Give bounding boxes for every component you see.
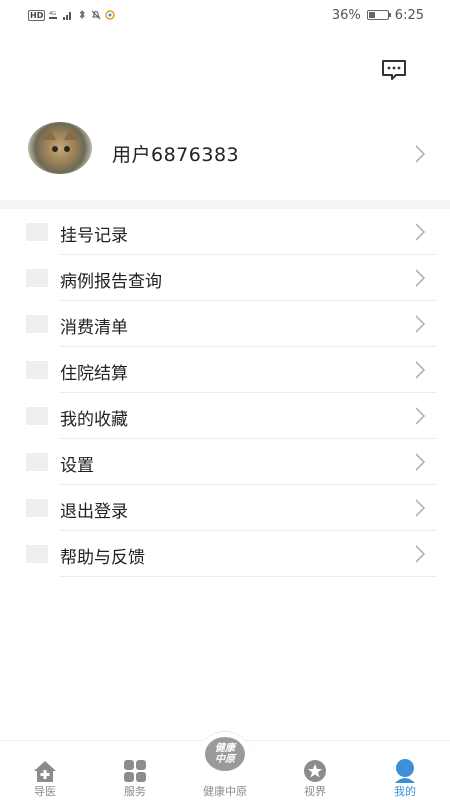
username: 用户6876383: [112, 144, 240, 166]
expense-list-icon: [26, 315, 48, 333]
battery-icon: [366, 10, 391, 20]
bottom-tab-bar: 导医 服务 健康中原 健康 中原 视界 我的: [0, 731, 450, 800]
menu-item-label: 帮助与反馈: [60, 548, 145, 568]
chevron-right-icon: [415, 361, 426, 379]
status-left-icons: HD 4G: [28, 9, 116, 21]
logo-line-2: 中原: [215, 754, 235, 765]
menu-item-settings[interactable]: 设置: [0, 439, 450, 485]
tab-vision[interactable]: 视界: [270, 741, 360, 800]
signal-4g-icon: 4G: [49, 11, 58, 19]
status-right-icons: 36% 6:25: [332, 8, 424, 23]
registration-records-icon: [26, 223, 48, 241]
avatar-ear-left: [42, 128, 56, 140]
signal-bars-icon: [63, 12, 72, 20]
logout-icon: [26, 499, 48, 517]
home-plus-icon: [34, 761, 56, 782]
menu-list: 挂号记录 病例报告查询 消费清单 住院结算 我的收藏 设置 退出登录 帮助与反馈: [0, 209, 450, 577]
chevron-right-icon: [415, 315, 426, 333]
tab-label: 服务: [124, 785, 146, 798]
health-logo-icon[interactable]: 健康 中原: [205, 737, 245, 771]
bluetooth-icon: [79, 10, 86, 20]
logo-line-1: 健康: [215, 743, 235, 754]
tab-services[interactable]: 服务: [90, 741, 180, 800]
menu-item-registration-records[interactable]: 挂号记录: [0, 209, 450, 255]
avatar-eye-left: [52, 146, 58, 152]
tab-label: 导医: [34, 785, 56, 798]
menu-item-help-feedback[interactable]: 帮助与反馈: [0, 531, 450, 577]
menu-item-case-report-query[interactable]: 病例报告查询: [0, 255, 450, 301]
case-report-icon: [26, 269, 48, 287]
chevron-right-icon: [415, 407, 426, 425]
message-button[interactable]: [380, 58, 408, 82]
section-divider: [0, 200, 450, 209]
menu-item-hospitalization-settlement[interactable]: 住院结算: [0, 347, 450, 393]
menu-item-my-favorites[interactable]: 我的收藏: [0, 393, 450, 439]
tab-mine[interactable]: 我的: [360, 741, 450, 800]
settings-icon: [26, 453, 48, 471]
tab-label: 健康中原: [203, 785, 247, 798]
chevron-right-icon: [415, 269, 426, 287]
avatar-ear-right: [64, 128, 78, 140]
person-icon: [395, 759, 415, 783]
menu-item-logout[interactable]: 退出登录: [0, 485, 450, 531]
menu-item-label: 挂号记录: [60, 226, 128, 246]
star-icon: [304, 760, 326, 782]
menu-item-label: 住院结算: [60, 364, 128, 384]
grid-icon: [124, 760, 146, 782]
mute-bell-icon: [91, 10, 101, 20]
avatar-eye-right: [64, 146, 70, 152]
tab-guide[interactable]: 导医: [0, 741, 90, 800]
tab-label: 我的: [394, 785, 416, 798]
menu-item-label: 消费清单: [60, 318, 128, 338]
clock: 6:25: [394, 7, 424, 23]
battery-percent: 36%: [331, 7, 361, 23]
svg-text:4G: 4G: [49, 11, 56, 17]
menu-item-label: 退出登录: [60, 502, 128, 522]
menu-item-label: 我的收藏: [60, 410, 128, 430]
tab-label: 视界: [304, 785, 326, 798]
battery-fill: [368, 12, 375, 18]
row-separator: [60, 576, 436, 577]
chat-bubble-icon: [382, 60, 406, 80]
menu-item-label: 设置: [60, 456, 94, 476]
chevron-right-icon: [415, 223, 426, 241]
app-notification-icon: [105, 10, 116, 20]
status-bar: HD 4G 36% 6:25: [0, 0, 450, 30]
chevron-right-icon: [415, 545, 426, 563]
menu-item-label: 病例报告查询: [60, 272, 162, 292]
favorites-icon: [26, 407, 48, 425]
hd-badge: HD: [28, 9, 46, 21]
profile-row[interactable]: 用户6876383: [0, 112, 450, 196]
avatar[interactable]: [28, 122, 92, 174]
chevron-right-icon: [415, 145, 426, 163]
menu-item-expense-list[interactable]: 消费清单: [0, 301, 450, 347]
help-feedback-icon: [26, 545, 48, 563]
chevron-right-icon: [415, 499, 426, 517]
hospitalization-icon: [26, 361, 48, 379]
chevron-right-icon: [415, 453, 426, 471]
